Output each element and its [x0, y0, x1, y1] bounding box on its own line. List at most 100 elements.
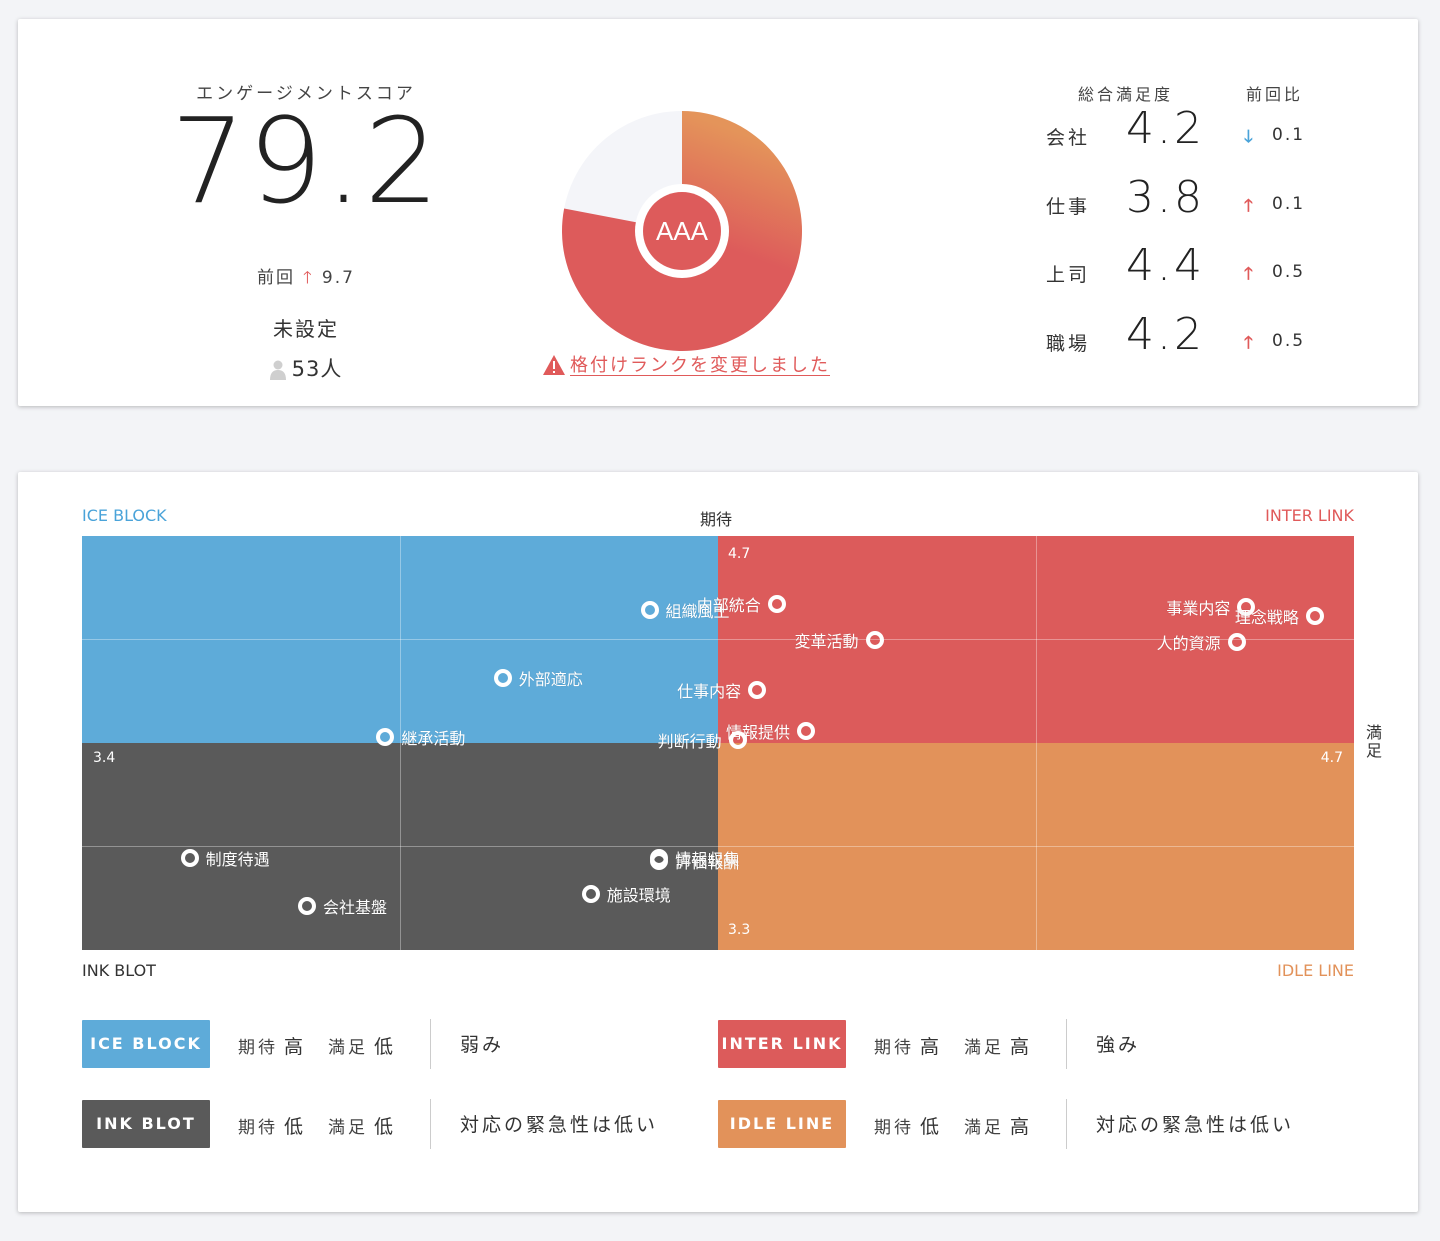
legend-exp-value: 高 [284, 1036, 307, 1058]
scatter-point[interactable] [640, 600, 659, 619]
legend-exp-label: 期待 [874, 1118, 914, 1138]
legend-sat-value: 高 [1010, 1116, 1033, 1138]
legend-exp-value: 高 [920, 1036, 943, 1058]
satisfaction-row-company: 会社 4.2 🡓 0.1 [1046, 103, 1346, 165]
arrow-down-icon: 🡓 [1244, 127, 1253, 147]
legend-exp-label: 期待 [874, 1038, 914, 1058]
scatter-point-label: 制度待遇 [205, 850, 270, 870]
rank-badge-text: AAA [656, 216, 709, 246]
x-axis-label: 満足 [1366, 723, 1383, 760]
satisfaction-row-boss: 上司 4.4 🡑 0.5 [1046, 240, 1346, 302]
rank-donut-chart: AAA [562, 111, 803, 351]
legend-exp-label: 期待 [238, 1118, 278, 1138]
y-axis-label: 期待 [700, 510, 733, 529]
rank-changed-text: 格付けランクを変更しました [570, 355, 830, 376]
arrow-up-icon: 🡑 [1244, 196, 1253, 216]
legend-divider [430, 1019, 431, 1069]
scatter-point[interactable] [1227, 633, 1246, 652]
satisfaction-diff: 0.1 [1272, 194, 1306, 214]
legend-divider [430, 1099, 431, 1149]
satisfaction-label: 上司 [1046, 264, 1091, 286]
arrow-up-icon: 🡑 [303, 268, 314, 288]
scatter-point[interactable] [767, 595, 786, 613]
scatter-point-label: 外部適応 [518, 669, 583, 689]
quadrant-matrix-chart: 4.7 3.3 3.4 4.7 組織風土 内部統合 変革活動 事業内容 理念戦略 人的資源… [82, 536, 1354, 950]
scatter-point-label: 施設環境 [606, 885, 671, 905]
satisfaction-value: 4.2 [1126, 309, 1205, 360]
scatter-point-label: 内部統合 [696, 596, 761, 615]
tick-x-min: 3.4 [93, 750, 116, 766]
scatter-point-label: 変革活動 [794, 631, 859, 651]
scatter-point[interactable] [728, 731, 747, 750]
legend-criteria-inter-link: 期待高満足高 [874, 1032, 1054, 1059]
legend-sat-label: 満足 [964, 1038, 1005, 1058]
legend-divider [1066, 1099, 1067, 1149]
legend-criteria-ice-block: 期待高 満足低 [238, 1032, 418, 1059]
scatter-point-label: 人的資源 [1156, 634, 1221, 654]
scatter-point[interactable] [493, 668, 512, 687]
scatter-point[interactable] [180, 849, 199, 868]
legend-badge-ink-blot: INK BLOT [82, 1100, 210, 1148]
satisfaction-label: 会社 [1046, 127, 1091, 149]
legend-sat-value: 低 [374, 1116, 397, 1138]
legend-sat-value: 高 [1010, 1036, 1033, 1058]
scatter-point[interactable] [298, 896, 317, 915]
scatter-point-label: 理念戦略 [1234, 607, 1299, 627]
legend-sat-value: 低 [374, 1036, 397, 1058]
rank-changed-link[interactable]: 格付けランクを変更しました [542, 351, 830, 377]
scatter-point-label: 会社基盤 [323, 897, 388, 917]
corner-label-ice-block: ICE BLOCK [82, 506, 167, 525]
legend-sat-label: 満足 [328, 1118, 369, 1138]
tick-x-max: 4.7 [1320, 750, 1343, 766]
arrow-up-icon: 🡑 [1244, 333, 1253, 353]
legend-divider [1066, 1019, 1067, 1069]
corner-label-ink-blot: INK BLOT [82, 961, 156, 980]
tick-y-max: 4.7 [728, 546, 751, 562]
previous-value: 9.7 [321, 268, 355, 288]
legend-exp-label: 期待 [238, 1038, 278, 1058]
satisfaction-value: 4.4 [1126, 240, 1205, 291]
satisfaction-diff: 0.5 [1272, 262, 1306, 282]
scatter-point[interactable] [581, 884, 600, 903]
legend-badge-ice-block: ICE BLOCK [82, 1020, 210, 1068]
people-count-value: 53人 [291, 357, 343, 381]
corner-label-inter-link: INTER LINK [1265, 506, 1354, 525]
satisfaction-label: 仕事 [1046, 196, 1091, 218]
warning-icon [543, 355, 565, 375]
previous-score: 前回 🡑 9.7 [178, 263, 434, 294]
satisfaction-row-workplace: 職場 4.2 🡑 0.5 [1046, 309, 1346, 371]
legend-criteria-idle-line: 期待低 満足高 [874, 1112, 1054, 1139]
scatter-point-label: 継承活動 [401, 729, 466, 749]
person-icon [269, 360, 286, 380]
scatter-point[interactable] [1305, 606, 1324, 625]
legend-desc-idle-line: 対応の緊急性は低い [1096, 1114, 1295, 1136]
total-satisfaction-header: 総合満足度 [1078, 85, 1174, 104]
tick-y-min: 3.3 [728, 922, 751, 938]
satisfaction-diff: 0.5 [1272, 331, 1306, 351]
satisfaction-label: 職場 [1046, 333, 1091, 355]
arrow-up-icon: 🡑 [1244, 264, 1253, 284]
satisfaction-row-job: 仕事 3.8 🡑 0.1 [1046, 172, 1346, 234]
matrix-card: ICE BLOCK 期待 INTER LINK INK BLOT IDLE LI… [18, 472, 1418, 1212]
diff-header: 前回比 [1246, 85, 1304, 104]
scatter-point-label: 判断行動 [657, 732, 722, 752]
legend-desc-ice-block: 弱み [460, 1034, 505, 1056]
scatter-point[interactable] [865, 630, 884, 649]
scatter-point[interactable] [748, 680, 767, 699]
legend-desc-ink-blot: 対応の緊急性は低い [460, 1114, 659, 1136]
engagement-summary-card: エンゲージメントスコア 79.2 前回 🡑 9.7 未設定 53人 AAA 格付けラ… [18, 19, 1418, 406]
scatter-point-label: 仕事内容 [677, 681, 742, 701]
legend-badge-inter-link: INTER LINK [718, 1020, 846, 1068]
people-count: 53人 [178, 353, 434, 383]
legend-exp-value: 低 [284, 1116, 307, 1138]
status-text: 未設定 [273, 317, 339, 341]
satisfaction-diff: 0.1 [1272, 125, 1306, 145]
legend-criteria-ink-blot: 期待低満足低 [238, 1112, 418, 1139]
satisfaction-value: 4.2 [1126, 103, 1205, 154]
satisfaction-value: 3.8 [1126, 172, 1205, 223]
legend-desc-inter-link: 強み [1096, 1034, 1141, 1056]
previous-label: 前回 [257, 268, 296, 288]
corner-label-idle-line: IDLE LINE [1277, 961, 1354, 980]
engagement-score-value: 79.2 [170, 92, 442, 230]
legend-sat-label: 満足 [328, 1038, 369, 1058]
